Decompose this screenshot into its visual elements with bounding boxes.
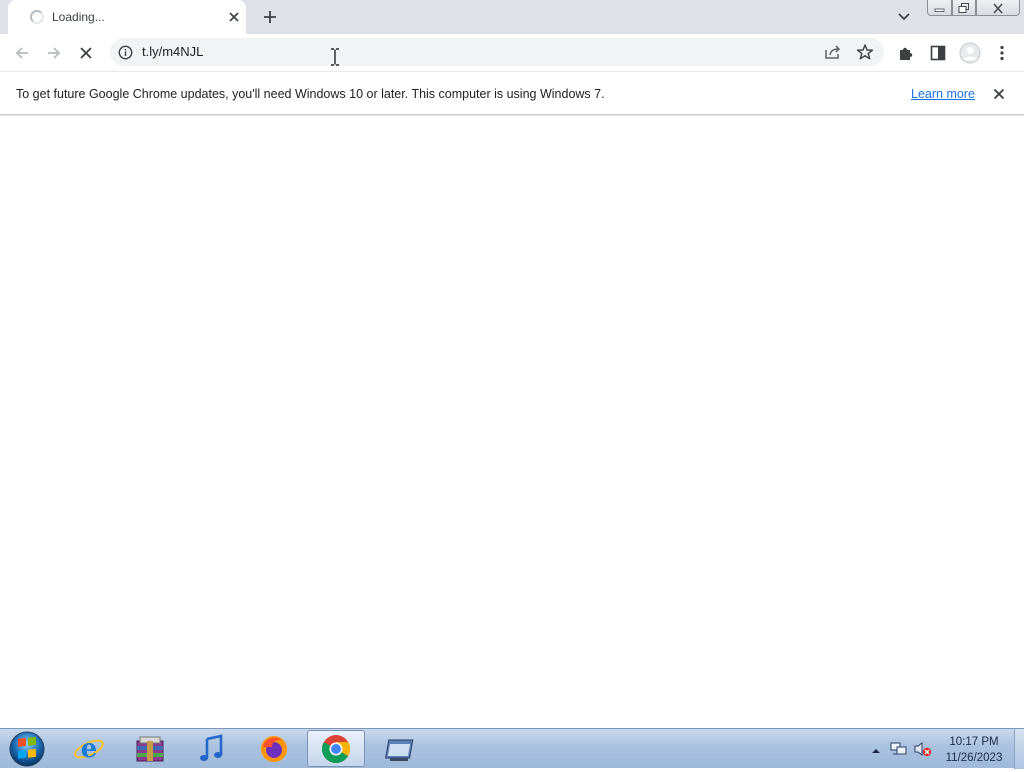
tab-close-icon[interactable] [225,8,243,26]
plus-icon [264,11,276,23]
close-icon [993,3,1003,14]
new-tab-button[interactable] [258,5,282,29]
page-content-area [0,116,1024,728]
clock-date: 11/26/2023 [945,752,1003,764]
star-icon [856,44,874,60]
tab-title: Loading... [52,10,105,24]
profile-button[interactable] [957,40,983,66]
taskbar-archive-app[interactable] [121,730,179,767]
infobar-close-button[interactable] [990,85,1008,103]
taskbar-internet-explorer[interactable]: e [60,730,118,767]
stop-loading-button[interactable] [73,40,99,66]
back-arrow-icon [15,47,28,59]
site-info-button[interactable] [118,45,133,65]
music-note-icon [200,733,223,761]
svg-text:e: e [81,734,98,764]
windows-start-orb-icon [9,731,45,767]
puzzle-icon [900,47,913,60]
show-hidden-icons-button[interactable] [870,743,882,761]
taskbar-firefox[interactable] [245,730,303,767]
close-icon [993,88,1005,100]
back-button[interactable] [9,40,35,66]
internet-explorer-icon: e [74,734,104,764]
address-bar[interactable]: t.ly/m4NJL [110,38,884,66]
profile-avatar-icon [959,42,981,64]
stop-x-icon [80,47,92,59]
forward-arrow-icon [48,47,61,59]
chevron-down-icon [898,13,910,21]
tab-strip: Loading... [0,0,1024,34]
taskbar-clock[interactable]: 10:17 PM 11/26/2023 [934,734,1014,766]
firefox-icon [261,735,287,762]
start-button[interactable] [6,731,48,767]
infobar-message: To get future Google Chrome updates, you… [16,87,605,101]
window-minimize-button[interactable] [927,0,952,16]
taskbar-chrome[interactable] [307,730,365,767]
forward-button[interactable] [41,40,67,66]
kebab-menu-icon [1000,45,1004,61]
extensions-button[interactable] [893,40,919,66]
taskbar-window-app[interactable] [369,730,427,767]
window-close-button[interactable] [976,0,1020,16]
loading-spinner-icon [30,10,44,24]
browser-toolbar: t.ly/m4NJL [0,34,1024,71]
text-cursor-icon [331,48,339,66]
share-icon [825,45,841,59]
url-text[interactable]: t.ly/m4NJL [142,44,203,59]
chevron-up-icon [872,749,880,753]
archive-icon [136,736,164,761]
tab-loading[interactable]: Loading... [8,0,246,34]
volume-tray-button[interactable] [914,741,932,762]
learn-more-link[interactable]: Learn more [911,87,975,101]
minimize-icon [934,8,944,12]
clock-time: 10:17 PM [949,736,999,748]
volume-muted-icon [914,742,932,757]
bookmark-button[interactable] [856,43,874,66]
side-panel-button[interactable] [925,40,951,66]
chrome-menu-button[interactable] [989,40,1015,66]
network-icon [890,742,907,755]
chrome-icon [322,734,350,763]
taskbar-music-app[interactable] [182,730,240,767]
window-app-icon [385,739,414,761]
tab-search-button[interactable] [894,8,914,26]
side-panel-icon [930,45,946,61]
info-icon [118,45,133,60]
network-tray-button[interactable] [890,741,908,762]
show-desktop-button[interactable] [1014,729,1024,769]
update-infobar: To get future Google Chrome updates, you… [0,71,1024,115]
restore-icon [958,3,969,13]
window-restore-button[interactable] [952,0,976,16]
windows-taskbar: e 10:17 PM 11/26/2023 [0,728,1024,769]
share-button[interactable] [824,44,842,65]
